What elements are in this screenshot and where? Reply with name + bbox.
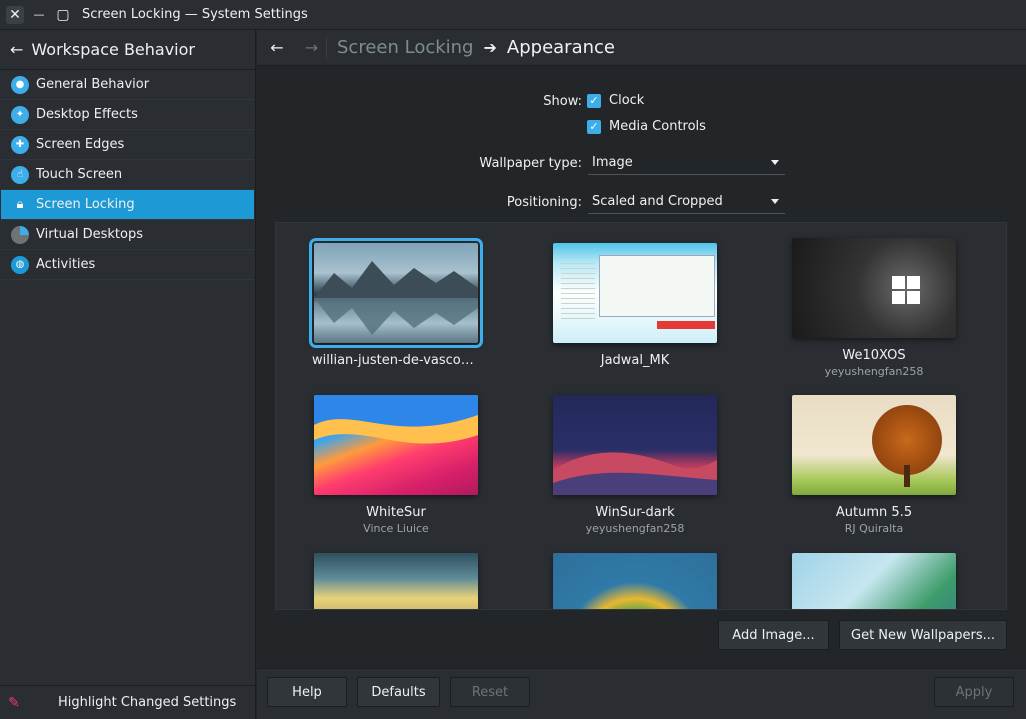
sidebar-list: ● General Behavior ✦ Desktop Effects ✚ S… — [0, 70, 255, 280]
screen-edges-icon: ✚ — [11, 135, 29, 154]
wallpaper-item-jadwal-mk[interactable]: Jadwal_MK — [551, 243, 719, 368]
help-button[interactable]: Help — [267, 677, 347, 707]
wallpaper-item-whitesur[interactable]: WhiteSur Vince Liuice — [312, 395, 480, 535]
media-controls-checkbox-row[interactable]: ✓ Media Controls — [587, 119, 706, 134]
wallpaper-author: RJ Quiralta — [844, 522, 904, 535]
virtual-desktops-icon — [11, 225, 29, 244]
positioning-label: Positioning: — [506, 195, 582, 210]
wallpaper-thumbnail — [309, 238, 483, 348]
sidebar-item-label: General Behavior — [36, 77, 150, 92]
sidebar-item-label: Screen Edges — [36, 137, 125, 152]
wallpaper-name: WhiteSur — [366, 505, 426, 520]
wallpaper-type-value: Image — [592, 155, 633, 170]
back-arrow-icon[interactable]: ← — [10, 40, 23, 59]
wallpaper-thumbnail — [792, 395, 956, 495]
wallpaper-item-beach[interactable] — [312, 553, 480, 609]
sidebar-item-desktop-effects[interactable]: ✦ Desktop Effects — [1, 100, 254, 130]
highlight-pen-icon: ✎ — [8, 694, 20, 711]
wallpaper-name: willian-justen-de-vasconcell… — [312, 353, 480, 368]
show-label: Show: — [543, 94, 582, 109]
wallpaper-item-landscape[interactable] — [790, 553, 958, 609]
touch-screen-icon: ☝ — [11, 165, 29, 184]
sidebar-item-label: Virtual Desktops — [36, 227, 143, 242]
forward-arrow-icon[interactable]: → — [297, 36, 327, 59]
wallpaper-name: We10XOS — [842, 348, 906, 363]
wallpaper-thumbnail — [314, 395, 478, 495]
sidebar-item-label: Touch Screen — [36, 167, 123, 182]
clock-checkbox-row[interactable]: ✓ Clock — [587, 93, 644, 108]
bottom-bar: Help Defaults Reset Apply — [257, 668, 1026, 719]
sidebar-item-screen-edges[interactable]: ✚ Screen Edges — [1, 130, 254, 160]
general-behavior-icon: ● — [11, 75, 29, 94]
window-title: Screen Locking — System Settings — [82, 7, 308, 22]
breadcrumb: ← → Screen Locking ➔ Appearance — [257, 30, 1026, 66]
minimize-icon[interactable]: — — [30, 6, 48, 24]
breadcrumb-parent[interactable]: Screen Locking — [337, 37, 474, 58]
breadcrumb-current: Appearance — [506, 37, 615, 58]
close-icon[interactable]: ✕ — [6, 5, 24, 24]
wallpaper-author: Vince Liuice — [363, 522, 429, 535]
wallpaper-thumbnail — [553, 553, 717, 609]
sidebar-header[interactable]: ← Workspace Behavior — [0, 30, 255, 70]
sidebar-item-screen-locking[interactable]: 🔒︎ Screen Locking — [1, 190, 254, 220]
highlight-changed-settings-label: Highlight Changed Settings — [58, 695, 237, 710]
sidebar-item-virtual-desktops[interactable]: Virtual Desktops — [1, 220, 254, 250]
title-bar: ✕ — ▢ Screen Locking — System Settings — [0, 0, 1026, 30]
wallpaper-thumbnail — [792, 238, 956, 338]
wallpaper-type-label: Wallpaper type: — [479, 156, 582, 171]
sidebar-item-label: Activities — [36, 257, 96, 272]
sidebar-item-label: Screen Locking — [36, 197, 135, 212]
wallpaper-item-winsur-dark[interactable]: WinSur-dark yeyushengfan258 — [551, 395, 719, 535]
breadcrumb-separator-icon: ➔ — [483, 38, 497, 57]
wallpaper-thumbnail — [792, 553, 956, 609]
chevron-down-icon — [771, 160, 779, 165]
defaults-button[interactable]: Defaults — [357, 677, 440, 707]
wallpaper-thumbnail — [314, 553, 478, 609]
chevron-down-icon — [771, 199, 779, 204]
wallpaper-item-spiral[interactable] — [551, 553, 719, 609]
wallpaper-author: yeyushengfan258 — [824, 365, 924, 378]
sidebar-item-touch-screen[interactable]: ☝ Touch Screen — [1, 160, 254, 190]
sidebar-header-label: Workspace Behavior — [31, 40, 195, 59]
wallpaper-item-we10xos[interactable]: We10XOS yeyushengfan258 — [790, 238, 958, 378]
back-arrow-icon[interactable]: ← — [257, 38, 297, 57]
wallpaper-name: Jadwal_MK — [600, 353, 670, 368]
main-content: ← → Screen Locking ➔ Appearance Show: ✓ … — [257, 30, 1026, 719]
get-new-wallpapers-button[interactable]: Get New Wallpapers... — [839, 620, 1007, 650]
add-image-button[interactable]: Add Image... — [718, 620, 829, 650]
wallpaper-grid[interactable]: willian-justen-de-vasconcell… Jadwal_MK … — [275, 222, 1007, 610]
highlight-changed-settings-button[interactable]: ✎ Highlight Changed Settings — [0, 685, 255, 719]
wallpaper-thumbnail — [553, 243, 717, 343]
sidebar: ← Workspace Behavior ● General Behavior … — [0, 30, 256, 719]
wallpaper-name: WinSur-dark — [595, 505, 675, 520]
wallpaper-author: yeyushengfan258 — [585, 522, 685, 535]
wallpaper-thumbnail — [553, 395, 717, 495]
sidebar-item-label: Desktop Effects — [36, 107, 138, 122]
wallpaper-name: Autumn 5.5 — [835, 505, 913, 520]
wallpaper-item-autumn[interactable]: Autumn 5.5 RJ Quiralta — [790, 395, 958, 535]
positioning-select[interactable]: Scaled and Cropped — [588, 190, 785, 214]
wallpaper-type-select[interactable]: Image — [588, 151, 785, 175]
lock-icon: 🔒︎ — [16, 197, 24, 212]
wallpaper-item-willian[interactable]: willian-justen-de-vasconcell… — [309, 238, 483, 368]
reset-button[interactable]: Reset — [450, 677, 530, 707]
sidebar-item-activities[interactable]: ◍ Activities — [1, 250, 254, 280]
activities-icon: ◍ — [11, 255, 29, 274]
clock-label: Clock — [609, 93, 645, 108]
positioning-value: Scaled and Cropped — [592, 194, 723, 209]
desktop-effects-icon: ✦ — [11, 105, 29, 124]
maximize-icon[interactable]: ▢ — [54, 6, 72, 24]
media-controls-checkbox[interactable]: ✓ — [587, 119, 601, 134]
apply-button[interactable]: Apply — [934, 677, 1014, 707]
clock-checkbox[interactable]: ✓ — [587, 93, 601, 108]
media-controls-label: Media Controls — [609, 119, 706, 134]
sidebar-item-general-behavior[interactable]: ● General Behavior — [1, 70, 254, 100]
